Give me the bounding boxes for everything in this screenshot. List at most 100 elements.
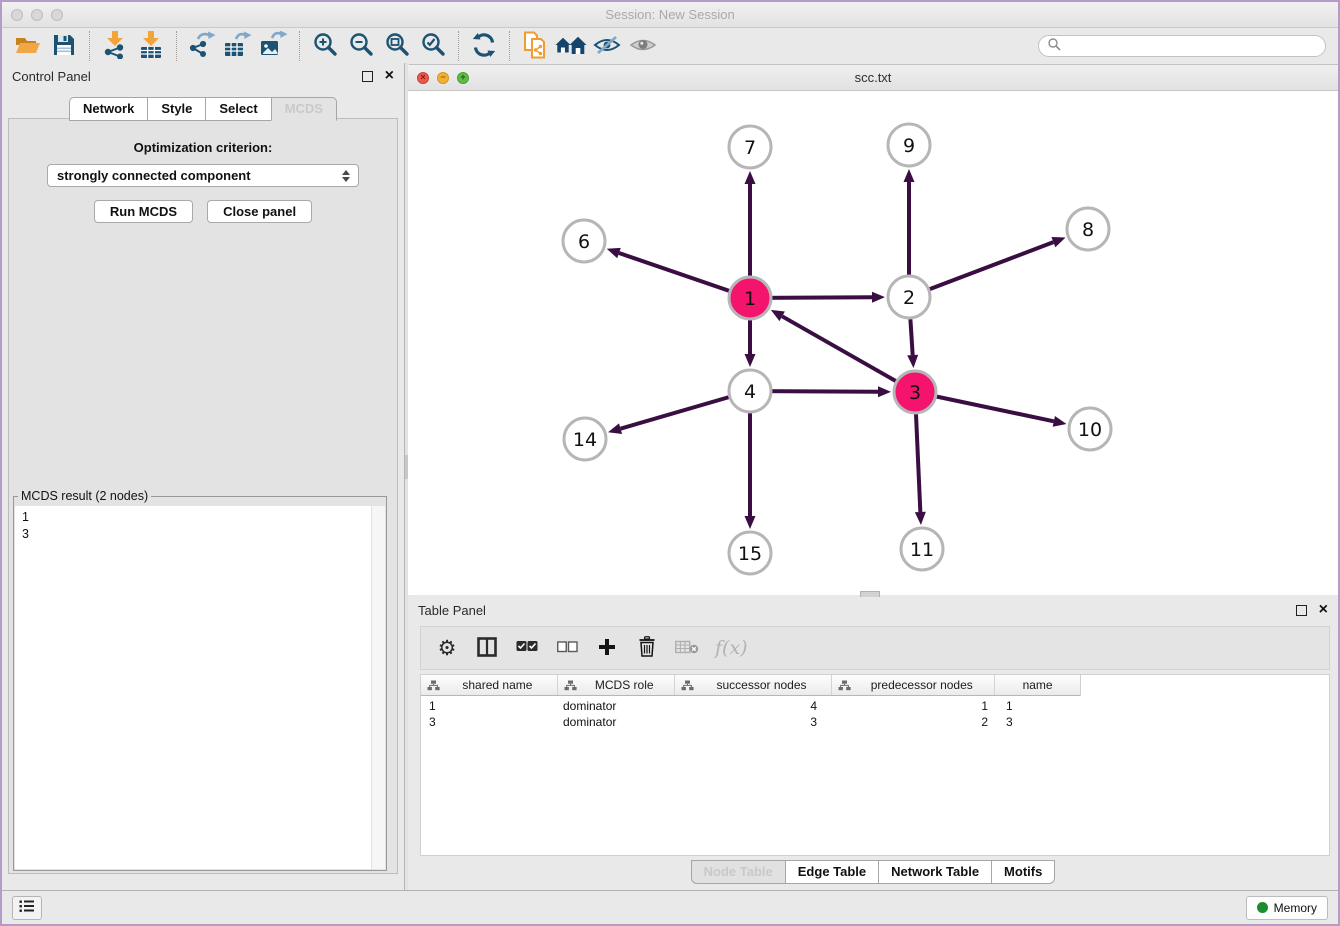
eye-icon	[629, 34, 657, 59]
memory-button[interactable]: Memory	[1246, 896, 1328, 920]
table-row[interactable]: 3dominator323	[421, 714, 1329, 730]
table-cell: 4	[675, 699, 833, 713]
open-file-button[interactable]	[10, 30, 46, 62]
import-table-icon	[139, 31, 163, 62]
add-row-button[interactable]	[595, 635, 619, 661]
window-titlebar: Session: New Session	[2, 2, 1338, 28]
deselect-all-button[interactable]	[555, 635, 579, 661]
toolbar-separator	[299, 31, 300, 61]
graph-edge-2-8[interactable]	[909, 242, 1053, 297]
home-layout-button[interactable]	[553, 30, 589, 62]
column-settings-button[interactable]: ⚙	[435, 635, 459, 661]
graph-node-label: 7	[744, 137, 756, 159]
column-header-successor-nodes[interactable]: successor nodes	[675, 675, 833, 695]
list-icon	[19, 899, 35, 916]
trash-icon	[638, 636, 656, 660]
show-panel-button[interactable]	[625, 30, 661, 62]
graph-node-label: 2	[903, 287, 915, 309]
dropdown-stepper-icon	[338, 170, 354, 182]
node-table-header: shared name MCDS role successor nodes pr…	[421, 675, 1081, 696]
mcds-panel: Optimization criterion: strongly connect…	[8, 118, 398, 874]
close-table-panel-icon[interactable]: ×	[1319, 602, 1328, 618]
toolbar-separator	[509, 31, 510, 61]
graph-node-label: 14	[573, 429, 597, 451]
save-session-button[interactable]	[46, 30, 82, 62]
node-table-body: 1dominator4113dominator323	[421, 696, 1329, 730]
network-maximize-icon[interactable]: +	[457, 72, 469, 84]
network-canvas[interactable]: 1234678910111415	[408, 91, 1338, 595]
zoom-in-button[interactable]	[307, 30, 343, 62]
export-network-button[interactable]	[184, 30, 220, 62]
select-all-button[interactable]	[515, 635, 539, 661]
float-table-panel-icon[interactable]	[1296, 605, 1307, 616]
delete-row-button[interactable]	[635, 635, 659, 661]
show-columns-button[interactable]	[475, 635, 499, 661]
graph-edge-arrow-icon	[607, 248, 621, 258]
tab-mcds[interactable]: MCDS	[271, 97, 337, 121]
graph-node-label: 3	[909, 382, 921, 404]
network-minimize-icon[interactable]: −	[437, 72, 449, 84]
criterion-dropdown[interactable]: strongly connected component	[47, 164, 359, 187]
graph-node-label: 1	[744, 288, 756, 310]
search-field[interactable]	[1038, 35, 1326, 57]
table-toolbar: ⚙ f(x)	[420, 626, 1330, 670]
minimize-window-icon[interactable]	[31, 9, 43, 21]
table-row[interactable]: 1dominator411	[421, 698, 1329, 714]
zoom-selected-button[interactable]	[415, 30, 451, 62]
toolbar-separator	[458, 31, 459, 61]
close-panel-button[interactable]: Close panel	[207, 200, 312, 223]
export-table-button[interactable]	[220, 30, 256, 62]
zoom-fit-button[interactable]	[379, 30, 415, 62]
float-panel-icon[interactable]	[362, 71, 373, 82]
task-history-button[interactable]	[12, 896, 42, 920]
column-header-predecessor-nodes[interactable]: predecessor nodes	[832, 675, 995, 695]
import-network-icon	[102, 31, 128, 62]
table-tabs: Node Table Edge Table Network Table Moti…	[408, 860, 1338, 884]
result-scrollbar[interactable]	[371, 506, 385, 869]
function-builder-button[interactable]: f(x)	[715, 635, 748, 661]
copy-share-icon	[522, 31, 548, 62]
graph-edge-arrow-icon	[907, 355, 918, 368]
table-cell: 2	[833, 715, 996, 729]
maximize-window-icon[interactable]	[51, 9, 63, 21]
network-close-icon[interactable]: ×	[417, 72, 429, 84]
tab-motifs[interactable]: Motifs	[991, 860, 1055, 884]
delete-table-button[interactable]	[675, 635, 699, 661]
column-header-shared-name[interactable]: shared name	[421, 675, 558, 695]
export-image-icon	[260, 31, 288, 62]
table-panel-title: Table Panel	[418, 603, 486, 618]
copy-network-button[interactable]	[517, 30, 553, 62]
export-image-button[interactable]	[256, 30, 292, 62]
table-cell: 3	[421, 715, 558, 729]
tab-node-table[interactable]: Node Table	[691, 860, 785, 884]
node-table: shared name MCDS role successor nodes pr…	[420, 674, 1330, 856]
search-input[interactable]	[1066, 38, 1317, 54]
column-header-name[interactable]: name	[995, 675, 1080, 695]
close-window-icon[interactable]	[11, 9, 23, 21]
tab-select[interactable]: Select	[205, 97, 270, 121]
graph-edge-arrow-icon	[1053, 416, 1067, 427]
tab-style[interactable]: Style	[147, 97, 205, 121]
deselect-all-icon	[557, 641, 578, 656]
zoom-out-button[interactable]	[343, 30, 379, 62]
table-cell: 1	[833, 699, 996, 713]
mcds-result-lines[interactable]: 13	[15, 506, 372, 869]
run-mcds-button[interactable]: Run MCDS	[94, 200, 193, 223]
tab-edge-table[interactable]: Edge Table	[785, 860, 878, 884]
column-header-mcds-role[interactable]: MCDS role	[558, 675, 675, 695]
save-floppy-icon	[52, 33, 76, 60]
import-network-button[interactable]	[97, 30, 133, 62]
hide-panel-button[interactable]	[589, 30, 625, 62]
import-table-button[interactable]	[133, 30, 169, 62]
tree-icon	[681, 680, 694, 691]
function-icon: f(x)	[715, 637, 748, 659]
tab-network-table[interactable]: Network Table	[878, 860, 991, 884]
refresh-view-button[interactable]	[466, 30, 502, 62]
graph-node-label: 15	[738, 543, 762, 565]
close-panel-icon[interactable]: ×	[385, 68, 394, 84]
tab-network[interactable]: Network	[69, 97, 147, 121]
graph-edge-arrow-icon	[872, 292, 885, 303]
graph-edge-3-1[interactable]	[782, 316, 915, 392]
graph-edge-arrow-icon	[1051, 237, 1065, 247]
export-network-icon	[188, 31, 216, 62]
